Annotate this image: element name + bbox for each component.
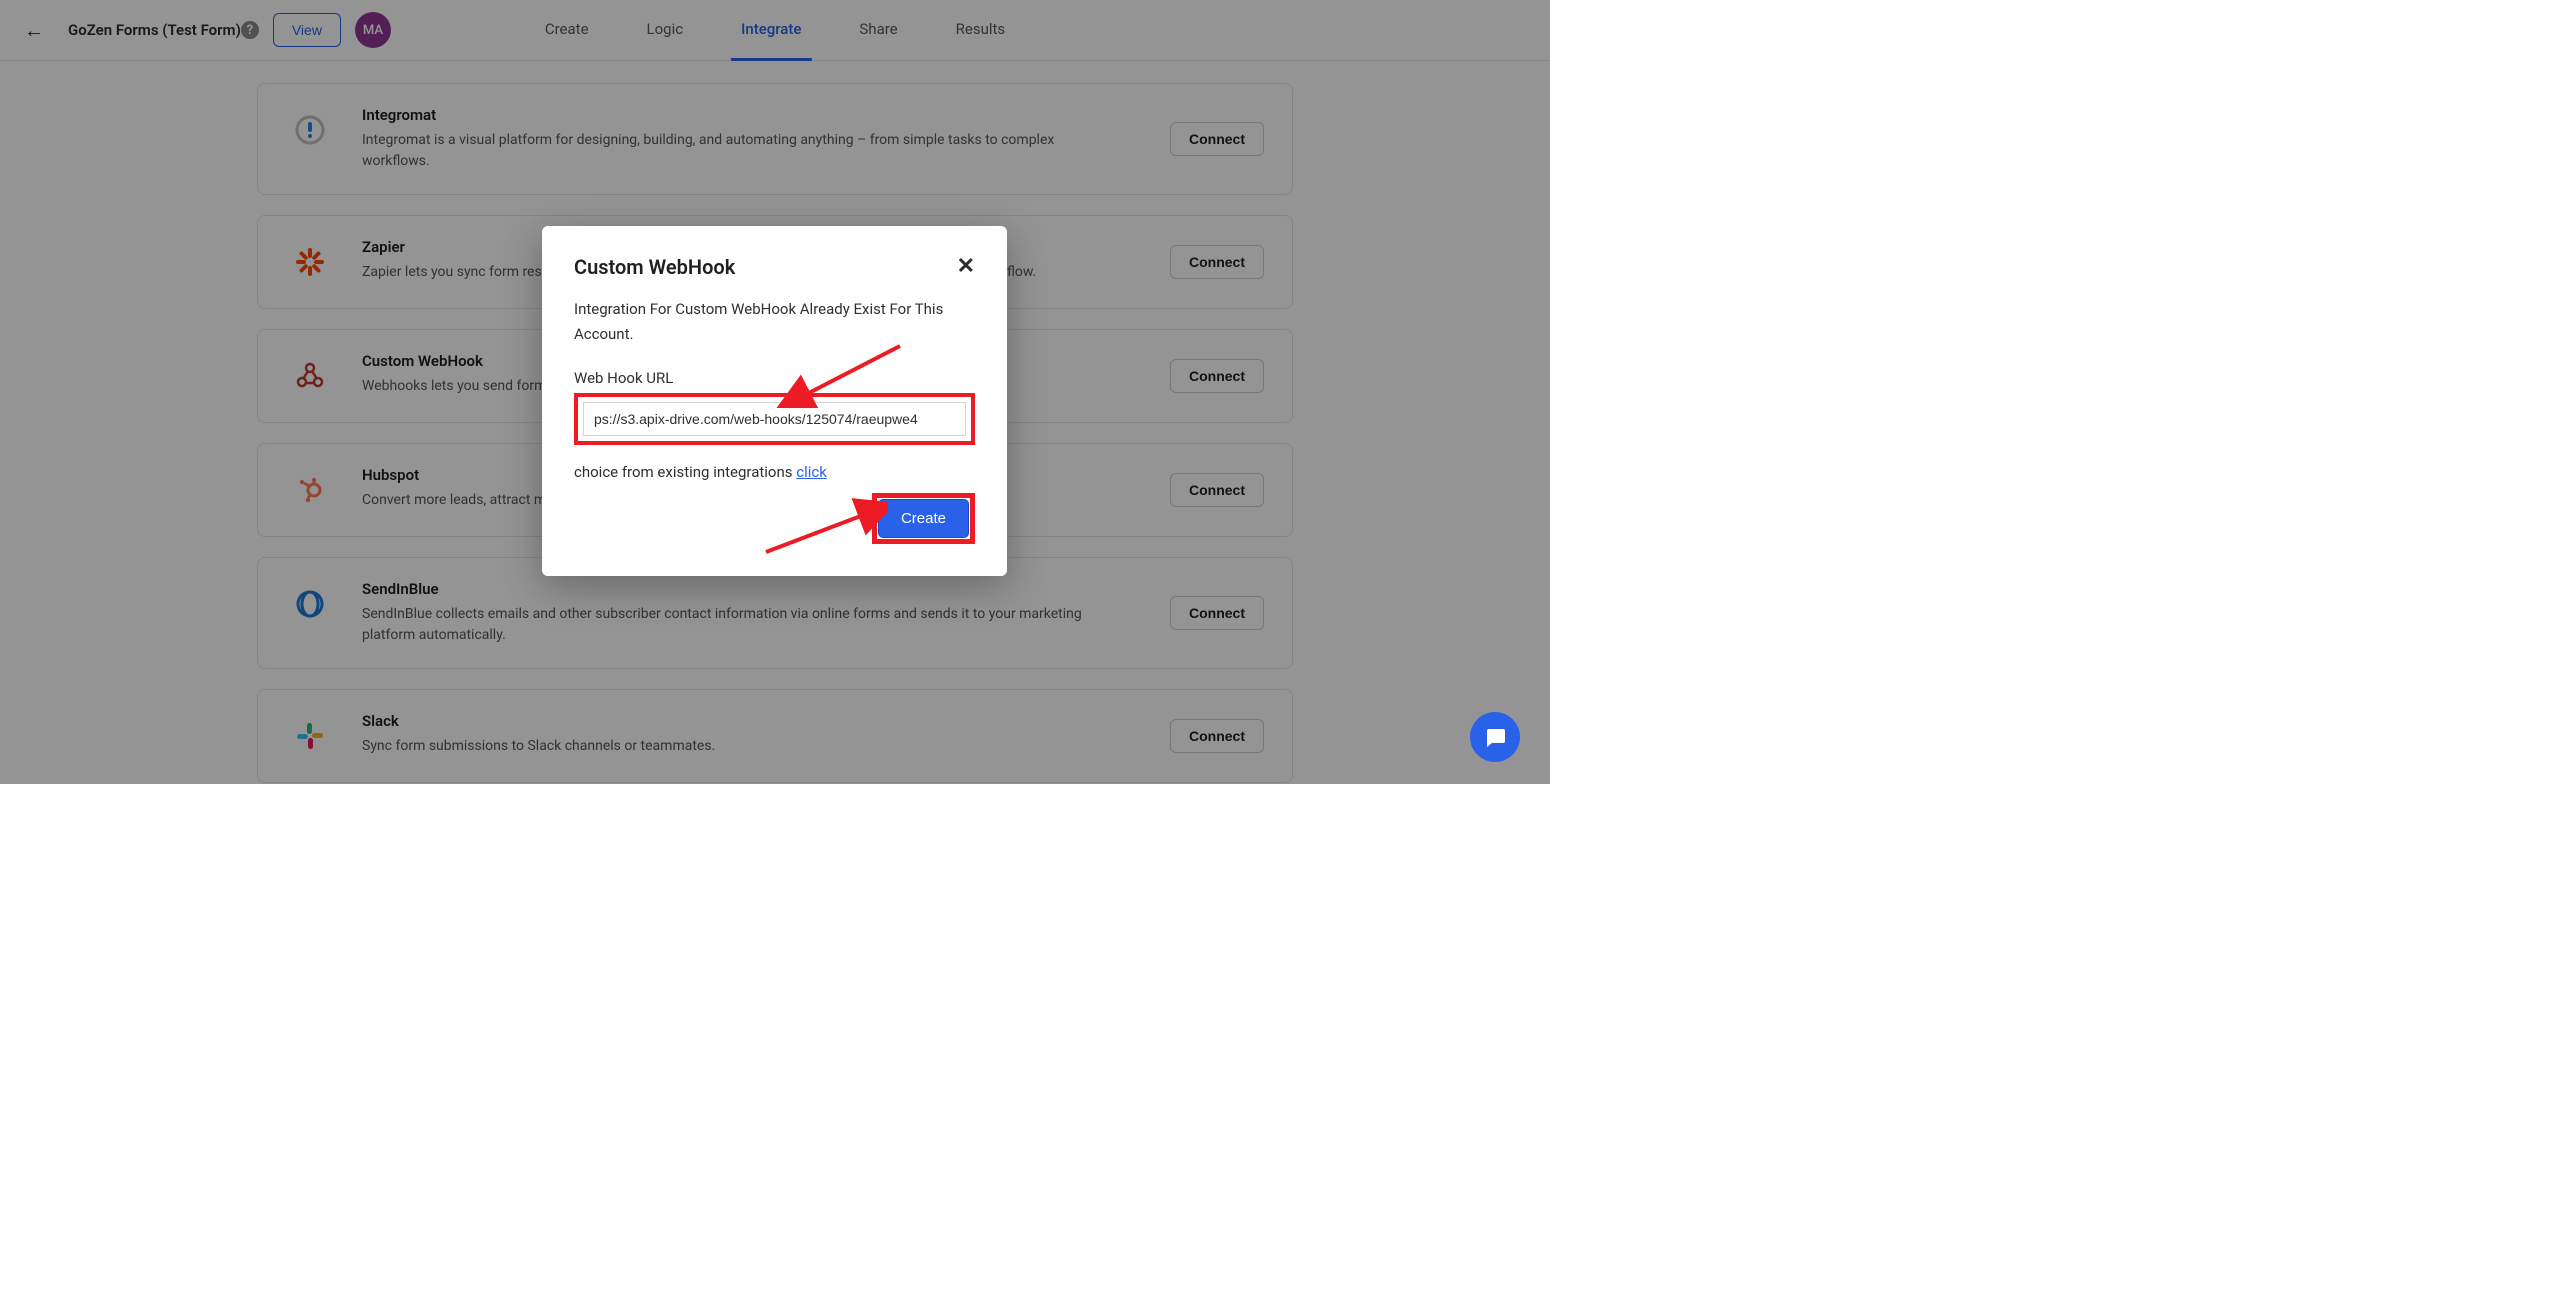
modal-header: Custom WebHook ✕ — [574, 254, 975, 279]
existing-prefix: choice from existing integrations — [574, 463, 796, 481]
chat-icon — [1483, 725, 1507, 749]
create-button-highlight: Create — [872, 493, 975, 544]
create-button[interactable]: Create — [878, 499, 969, 538]
modal-title: Custom WebHook — [574, 255, 735, 279]
modal-message: Integration For Custom WebHook Already E… — [574, 297, 975, 347]
chat-widget-button[interactable] — [1470, 712, 1520, 762]
webhook-url-label: Web Hook URL — [574, 369, 975, 387]
existing-integration-text: choice from existing integrations click — [574, 463, 975, 481]
webhook-url-highlight — [574, 393, 975, 445]
close-icon[interactable]: ✕ — [957, 254, 975, 279]
webhook-modal: Custom WebHook ✕ Integration For Custom … — [542, 226, 1007, 576]
webhook-url-input[interactable] — [583, 402, 966, 436]
existing-click-link[interactable]: click — [796, 463, 827, 481]
